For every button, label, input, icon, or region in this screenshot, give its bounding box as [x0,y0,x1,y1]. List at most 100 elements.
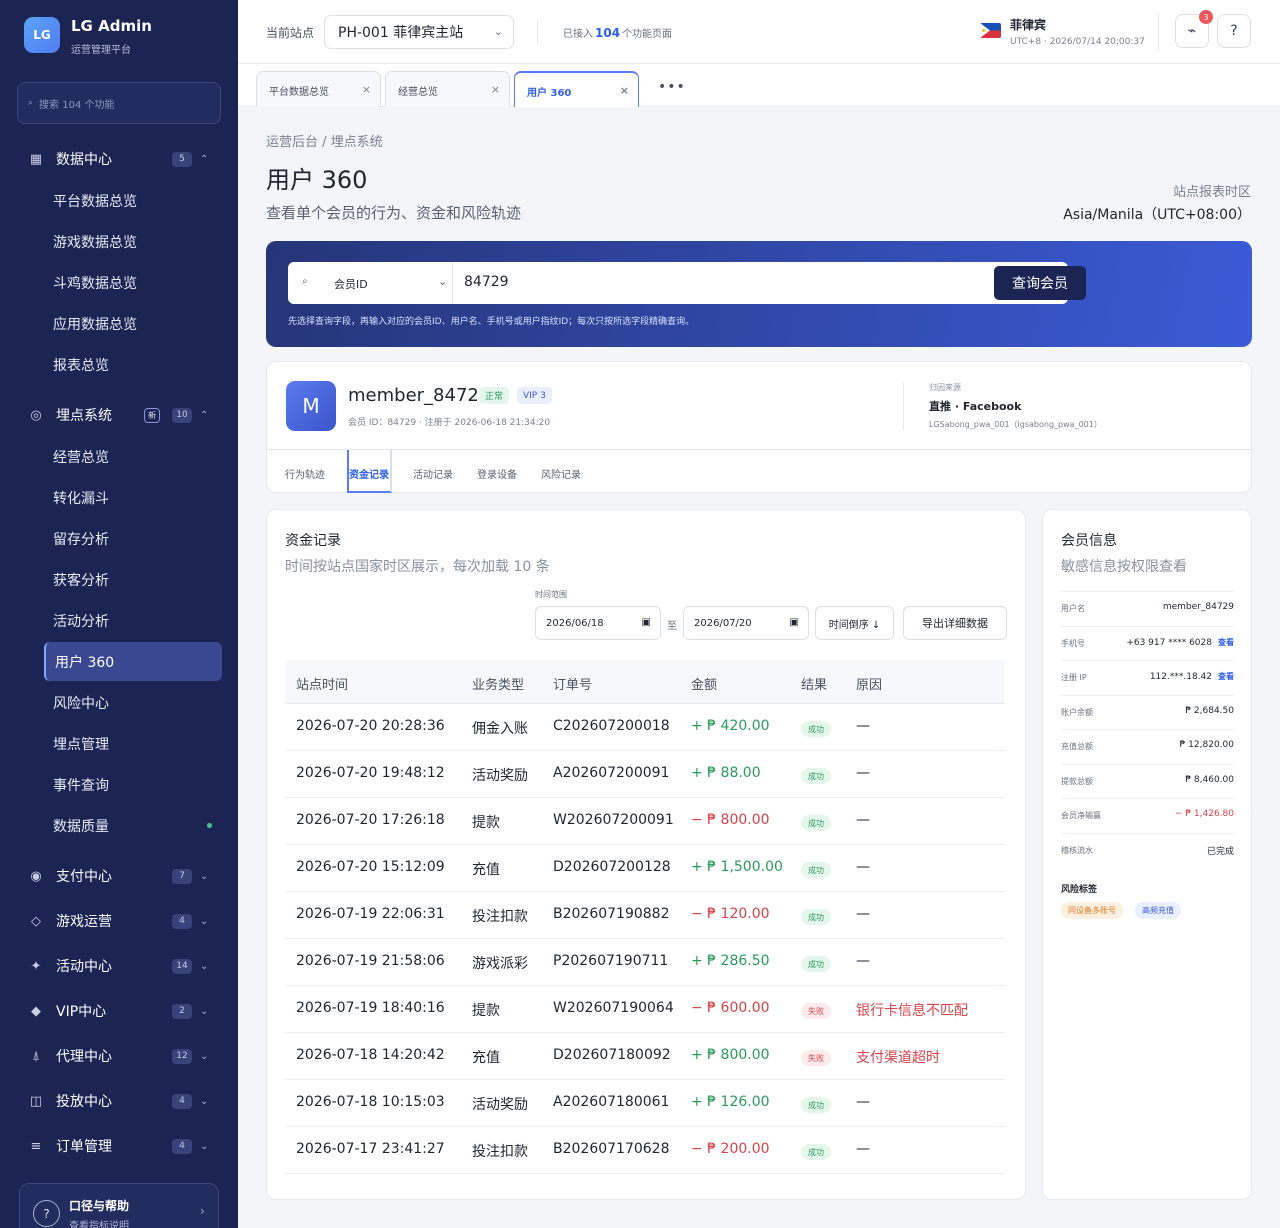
info-value-text: − ₱ 1,426.80 [1174,809,1234,819]
sidebar-item[interactable]: 活动分析 [44,601,222,640]
sidebar-group[interactable]: ✦ 活动中心 14 ⌄ [0,948,238,984]
result-badge: 成功 [801,768,831,784]
tab-behavior[interactable]: 行为轨迹 [285,466,325,481]
column-header: 业务类型 [472,678,525,693]
table-row[interactable]: 2026-07-19 18:40:16 提款 W202607190064 − ₱ 60… [285,986,1005,1033]
sidebar-group[interactable]: ◎ 埋点系统 新 10 ⌃ [0,397,238,433]
date-to-value: 2026/07/20 [694,618,752,629]
tab-devices[interactable]: 登录设备 [477,466,517,481]
sidebar-item[interactable]: 应用数据总览 [44,304,222,343]
close-icon[interactable]: × [620,84,629,97]
sidebar-item[interactable]: 转化漏斗 [44,478,222,517]
tab-platform-overview[interactable]: 平台数据总览 × [256,71,381,107]
reveal-link[interactable]: 查看 [1218,672,1234,681]
tab-label: 平台数据总览 [269,87,329,98]
sidebar-group[interactable]: ⍋ 代理中心 12 ⌄ [0,1038,238,1074]
table-row[interactable]: 2026-07-20 15:12:09 充值 D202607200128 + ₱ 1,… [285,845,1005,892]
close-icon[interactable]: × [362,83,371,96]
count-badge: 2 [172,1003,192,1019]
result-badge: 成功 [801,909,831,925]
tab-business-overview[interactable]: 经营总览 × [385,71,510,107]
funds-title: 资金记录 [285,533,341,549]
row-reason: — [856,859,870,875]
tab-user-360[interactable]: 用户 360 × [514,71,639,107]
tab-risk[interactable]: 风险记录 [541,466,581,481]
sidebar-group-label: 支付中心 [56,869,112,885]
info-key: 提款总额 [1061,776,1093,786]
result-badge: 成功 [801,721,831,737]
help-card[interactable]: ? 口径与帮助 查看指标说明 › [19,1183,219,1228]
info-key: 稽核流水 [1061,845,1093,855]
table-row[interactable]: 2026-07-19 21:58:06 游戏派彩 P202607190711 + ₱ … [285,939,1005,986]
table-row[interactable]: 2026-07-18 10:15:03 活动奖励 A202607180061 + ₱ … [285,1080,1005,1127]
tab-funds[interactable]: 资金记录 [349,466,389,481]
sidebar-group[interactable]: ◫ 投放中心 4 ⌄ [0,1083,238,1119]
info-row: 注册 IP 112.***.18.42 查看 [1061,660,1234,695]
sidebar-item[interactable]: 埋点管理 [44,724,222,763]
source-label: 归因来源 [929,383,961,392]
country-name: 菲律宾 [1010,18,1047,32]
date-to-input[interactable]: 2026/07/20 ▣ [683,606,809,640]
member-info-card: 会员信息 敏感信息按权限查看 用户名 member_84729 手机号 +63 917… [1042,509,1252,1200]
query-input[interactable]: 84729 [464,274,509,290]
row-amount: + ₱ 88.00 [691,765,761,781]
date-from-value: 2026/06/18 [546,618,604,629]
sidebar-item[interactable]: 留存分析 [44,519,222,558]
sidebar-item[interactable]: 事件查询 [44,765,222,804]
table-row[interactable]: 2026-07-19 22:06:31 投注扣款 B202607190882 − ₱ … [285,892,1005,939]
app-subtitle: 运营管理平台 [71,45,131,56]
sidebar-item[interactable]: 经营总览 [44,437,222,476]
info-value: member_84729 [1163,602,1234,612]
count-badge: 12 [172,1048,192,1064]
query-panel: ⌕ 会员ID ⌄ 84729 查询会员 先选择查询字段，再输入对应的会员ID、用… [266,241,1252,347]
sidebar-item[interactable]: 用户 360 [44,642,222,681]
sidebar-group[interactable]: ◉ 支付中心 7 ⌄ [0,858,238,894]
tab-label: 经营总览 [398,87,438,98]
row-order: W202607190064 [553,1000,674,1016]
table-row[interactable]: 2026-07-20 19:48:12 活动奖励 A202607200091 + ₱ … [285,751,1005,798]
reveal-link[interactable]: 查看 [1218,638,1234,647]
sidebar-item-label: 留存分析 [53,531,109,548]
sidebar-item[interactable]: 报表总览 [44,345,222,384]
sidebar-item[interactable]: 获客分析 [44,560,222,599]
report-timezone-label: 站点报表时区 [1172,185,1251,200]
risk-tags-label: 风险标签 [1061,885,1098,895]
sort-button[interactable]: 时间倒序 ↓ [815,606,894,640]
help-button[interactable]: ? [1217,14,1251,48]
table-row[interactable]: 2026-07-20 17:26:18 提款 W202607200091 − ₱ 80… [285,798,1005,845]
table-row[interactable]: 2026-07-17 23:41:27 投注扣款 B202607170628 − ₱ … [285,1127,1005,1174]
funds-subtitle: 时间按站点国家时区展示，每次加载 10 条 [285,559,550,575]
tab-activity[interactable]: 活动记录 [413,466,453,481]
query-field-select[interactable]: 会员ID [334,276,368,292]
info-value: − ₱ 1,426.80 [1175,809,1234,819]
site-select[interactable]: PH-001 菲律宾主站 ⌄ [324,15,514,49]
table-row[interactable]: 2026-07-20 20:28:36 佣金入账 C202607200018 + ₱ … [285,704,1005,751]
sidebar-group[interactable]: ≡ 订单管理 4 ⌄ [0,1128,238,1164]
row-amount: − ₱ 600.00 [691,1000,770,1016]
more-tabs-icon[interactable]: ••• [658,79,686,95]
close-icon[interactable]: × [491,83,500,96]
sidebar-item[interactable]: 平台数据总览 [44,181,222,220]
sidebar-search-input[interactable]: ⌕ 搜索 104 个功能 [17,82,221,124]
sidebar-item[interactable]: 斗鸡数据总览 [44,263,222,302]
export-button[interactable]: 导出详细数据 [903,606,1007,640]
sparkle-icon: ✦ [30,958,42,974]
sidebar-item-label: 事件查询 [53,777,109,794]
date-from-input[interactable]: 2026/06/18 ▣ [535,606,661,640]
sidebar-group[interactable]: ▦ 数据中心 5 ⌃ [0,141,238,177]
funds-table: 站点时间 业务类型 订单号 金额 结果 原因 2026-07-20 20:28:… [285,660,1005,1174]
funds-card: 资金记录 时间按站点国家时区展示，每次加载 10 条 时间范围 2026/06/… [266,509,1026,1200]
sidebar-item[interactable]: 风险中心 [44,683,222,722]
table-row[interactable]: 2026-07-18 14:20:42 充值 D202607180092 + ₱ 80… [285,1033,1005,1080]
info-value-text: ₱ 8,460.00 [1185,774,1234,785]
query-member-button[interactable]: 查询会员 [994,266,1086,300]
sidebar-group[interactable]: ◇ 游戏运营 4 ⌄ [0,903,238,939]
query-box: ⌕ 会员ID ⌄ 84729 查询会员 [288,262,1086,304]
row-order: B202607190882 [553,906,670,922]
info-value-text: ₱ 12,820.00 [1179,740,1234,750]
sidebar-item[interactable]: 数据质量 [44,806,222,845]
row-reason: — [856,953,870,969]
sidebar-item[interactable]: 游戏数据总览 [44,222,222,261]
chevron-down-icon: ⌄ [200,960,209,972]
sidebar-group[interactable]: ◆ VIP中心 2 ⌄ [0,993,238,1029]
